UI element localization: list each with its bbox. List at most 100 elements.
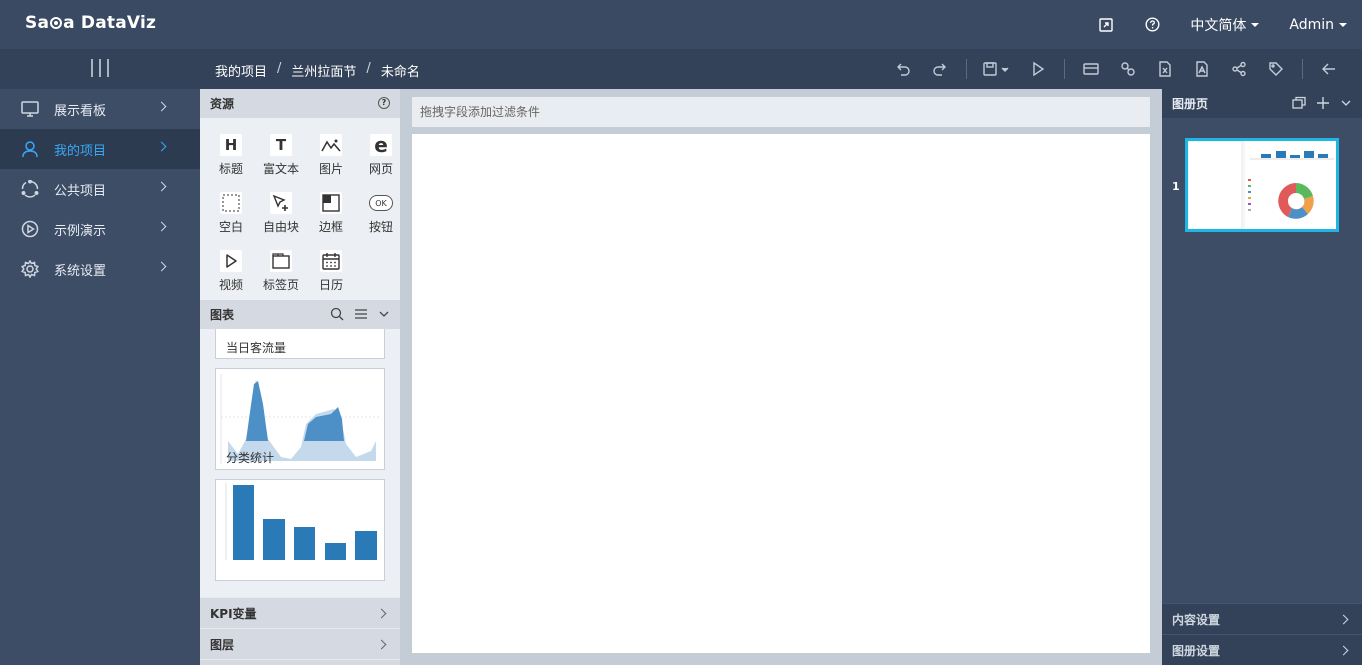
sidebar-item-public-projects[interactable]: 公共项目 bbox=[0, 169, 200, 209]
help-icon[interactable]: ? bbox=[378, 97, 390, 109]
save-menu-icon[interactable] bbox=[982, 58, 1012, 80]
filter-drop-zone[interactable]: 拖拽字段添加过滤条件 bbox=[412, 97, 1150, 127]
content-settings-section[interactable]: 内容设置 bbox=[1162, 603, 1362, 634]
blank-icon bbox=[220, 192, 242, 214]
sidebar-item-label: 示例演示 bbox=[54, 223, 107, 239]
ok-button-icon: OK bbox=[369, 195, 393, 211]
widget-image[interactable]: 图片 bbox=[306, 134, 356, 184]
chart-thumbnail[interactable]: 分类统计 bbox=[215, 368, 385, 470]
sidebar-item-label: 公共项目 bbox=[54, 183, 107, 199]
caret-down-icon bbox=[1339, 22, 1347, 27]
widget-border[interactable]: 边框 bbox=[306, 192, 356, 242]
sidebar-item-dashboard[interactable]: 展示看板 bbox=[0, 89, 200, 129]
chevron-right-icon bbox=[1338, 645, 1349, 656]
accordion-layers[interactable]: 图层 bbox=[200, 628, 400, 659]
breadcrumb-item-project[interactable]: 兰州拉面节 bbox=[291, 61, 356, 80]
monitor-icon bbox=[20, 99, 40, 119]
chevron-right-icon bbox=[376, 608, 387, 619]
sidebar-item-demo[interactable]: 示例演示 bbox=[0, 209, 200, 249]
chevron-right-icon bbox=[156, 141, 167, 152]
help-icon[interactable] bbox=[1144, 17, 1160, 33]
left-sidebar: 展示看板 我的项目 公共项目 示例演示 系统设置 bbox=[0, 89, 200, 665]
breadcrumb-item-projects[interactable]: 我的项目 bbox=[215, 61, 267, 80]
cursor-plus-icon bbox=[270, 192, 292, 214]
play-circle-icon bbox=[20, 219, 40, 239]
user-dropdown[interactable]: Admin bbox=[1289, 17, 1347, 33]
charts-header: 图表 bbox=[200, 300, 400, 329]
language-dropdown[interactable]: 中文简体 bbox=[1190, 15, 1260, 35]
pdf-export-icon[interactable] bbox=[1191, 58, 1213, 80]
chevron-down-icon[interactable] bbox=[378, 307, 390, 321]
heading-icon: H bbox=[220, 134, 242, 156]
add-page-icon[interactable] bbox=[1316, 96, 1330, 110]
caret-down-icon bbox=[1251, 22, 1260, 27]
widget-richtext[interactable]: T 富文本 bbox=[256, 134, 306, 184]
list-icon[interactable] bbox=[354, 307, 368, 321]
sub-toolbar: 我的项目 / 兰州拉面节 / 未命名 bbox=[0, 49, 1362, 89]
sidebar-item-settings[interactable]: 系统设置 bbox=[0, 249, 200, 289]
chart-thumbnail[interactable] bbox=[215, 479, 385, 581]
back-arrow-icon[interactable] bbox=[1318, 58, 1340, 80]
accordion-data[interactable]: 数据 bbox=[200, 659, 400, 665]
design-canvas[interactable] bbox=[412, 134, 1150, 653]
redo-icon[interactable] bbox=[929, 58, 951, 80]
search-icon[interactable] bbox=[330, 307, 344, 321]
app-logo[interactable]: Sa a DataViz bbox=[25, 13, 156, 33]
page-number: 1 bbox=[1172, 180, 1180, 193]
sidebar-item-my-projects[interactable]: 我的项目 bbox=[0, 129, 200, 169]
widget-title[interactable]: H 标题 bbox=[206, 134, 256, 184]
tab-page-icon bbox=[270, 250, 292, 272]
calendar-icon bbox=[320, 250, 342, 272]
circle-dots-icon bbox=[20, 179, 40, 199]
border-icon bbox=[320, 192, 342, 214]
chevron-right-icon bbox=[1338, 614, 1349, 625]
chevron-right-icon bbox=[156, 261, 167, 272]
sidebar-item-label: 系统设置 bbox=[54, 263, 107, 279]
card-icon[interactable] bbox=[1080, 58, 1102, 80]
widget-webpage[interactable]: e 网页 bbox=[356, 133, 406, 184]
widget-tabs[interactable]: 标签页 bbox=[256, 250, 306, 300]
toolbar-divider bbox=[1302, 59, 1303, 79]
chart-thumbnail-label: 分类统计 bbox=[226, 451, 275, 465]
chart-thumbnail[interactable]: 当日客流量 bbox=[215, 329, 385, 359]
collapse-menu-icon[interactable] bbox=[91, 59, 109, 77]
gear-icon bbox=[20, 259, 40, 279]
tag-icon[interactable] bbox=[1265, 58, 1287, 80]
widget-video[interactable]: 视频 bbox=[206, 250, 256, 300]
logo-eye-icon bbox=[50, 17, 63, 29]
chevron-right-icon bbox=[376, 639, 387, 650]
user-icon bbox=[20, 139, 40, 159]
album-pages-header: 图册页 bbox=[1162, 89, 1362, 118]
breadcrumb: 我的项目 / 兰州拉面节 / 未命名 bbox=[215, 61, 420, 80]
widget-button[interactable]: OK 按钮 bbox=[356, 192, 406, 242]
link-icon[interactable] bbox=[1117, 58, 1139, 80]
album-settings-section[interactable]: 图册设置 bbox=[1162, 634, 1362, 665]
preview-play-icon[interactable] bbox=[1027, 58, 1049, 80]
page-preview bbox=[1188, 141, 1334, 229]
toolbar-divider bbox=[1064, 59, 1065, 79]
widget-calendar[interactable]: 日历 bbox=[306, 250, 356, 300]
resources-header: 资源 ? bbox=[200, 89, 400, 118]
undo-icon[interactable] bbox=[892, 58, 914, 80]
toolbar-divider bbox=[966, 59, 967, 79]
right-panel: 图册页 1 内容设置 图册设置 bbox=[1162, 89, 1362, 665]
bar-chart-preview bbox=[225, 483, 377, 560]
chevron-right-icon bbox=[156, 101, 167, 112]
chevron-right-icon bbox=[156, 221, 167, 232]
widget-blank[interactable]: 空白 bbox=[206, 192, 256, 242]
sidebar-item-label: 展示看板 bbox=[54, 103, 107, 119]
external-link-icon[interactable] bbox=[1098, 17, 1114, 33]
accordion-kpi[interactable]: KPI变量 bbox=[200, 597, 400, 628]
share-icon[interactable] bbox=[1228, 58, 1250, 80]
copy-page-icon[interactable] bbox=[1292, 96, 1306, 110]
breadcrumb-item-current: 未命名 bbox=[380, 65, 420, 80]
image-icon bbox=[320, 134, 342, 156]
widget-grid: H 标题 T 富文本 图片 e 网页 空白 自由块 边框 OK 按钮 视频 标签页 日历 bbox=[200, 118, 400, 300]
excel-export-icon[interactable] bbox=[1154, 58, 1176, 80]
widget-freeblock[interactable]: 自由块 bbox=[256, 192, 306, 242]
resource-panel: 资源 ? H 标题 T 富文本 图片 e 网页 空白 自由块 边框 OK 按钮 视频 标… bbox=[200, 89, 400, 665]
web-icon: e bbox=[370, 133, 392, 157]
page-thumbnail[interactable] bbox=[1185, 138, 1339, 232]
chevron-down-icon[interactable] bbox=[1340, 96, 1352, 110]
sidebar-item-label: 我的项目 bbox=[54, 143, 107, 159]
